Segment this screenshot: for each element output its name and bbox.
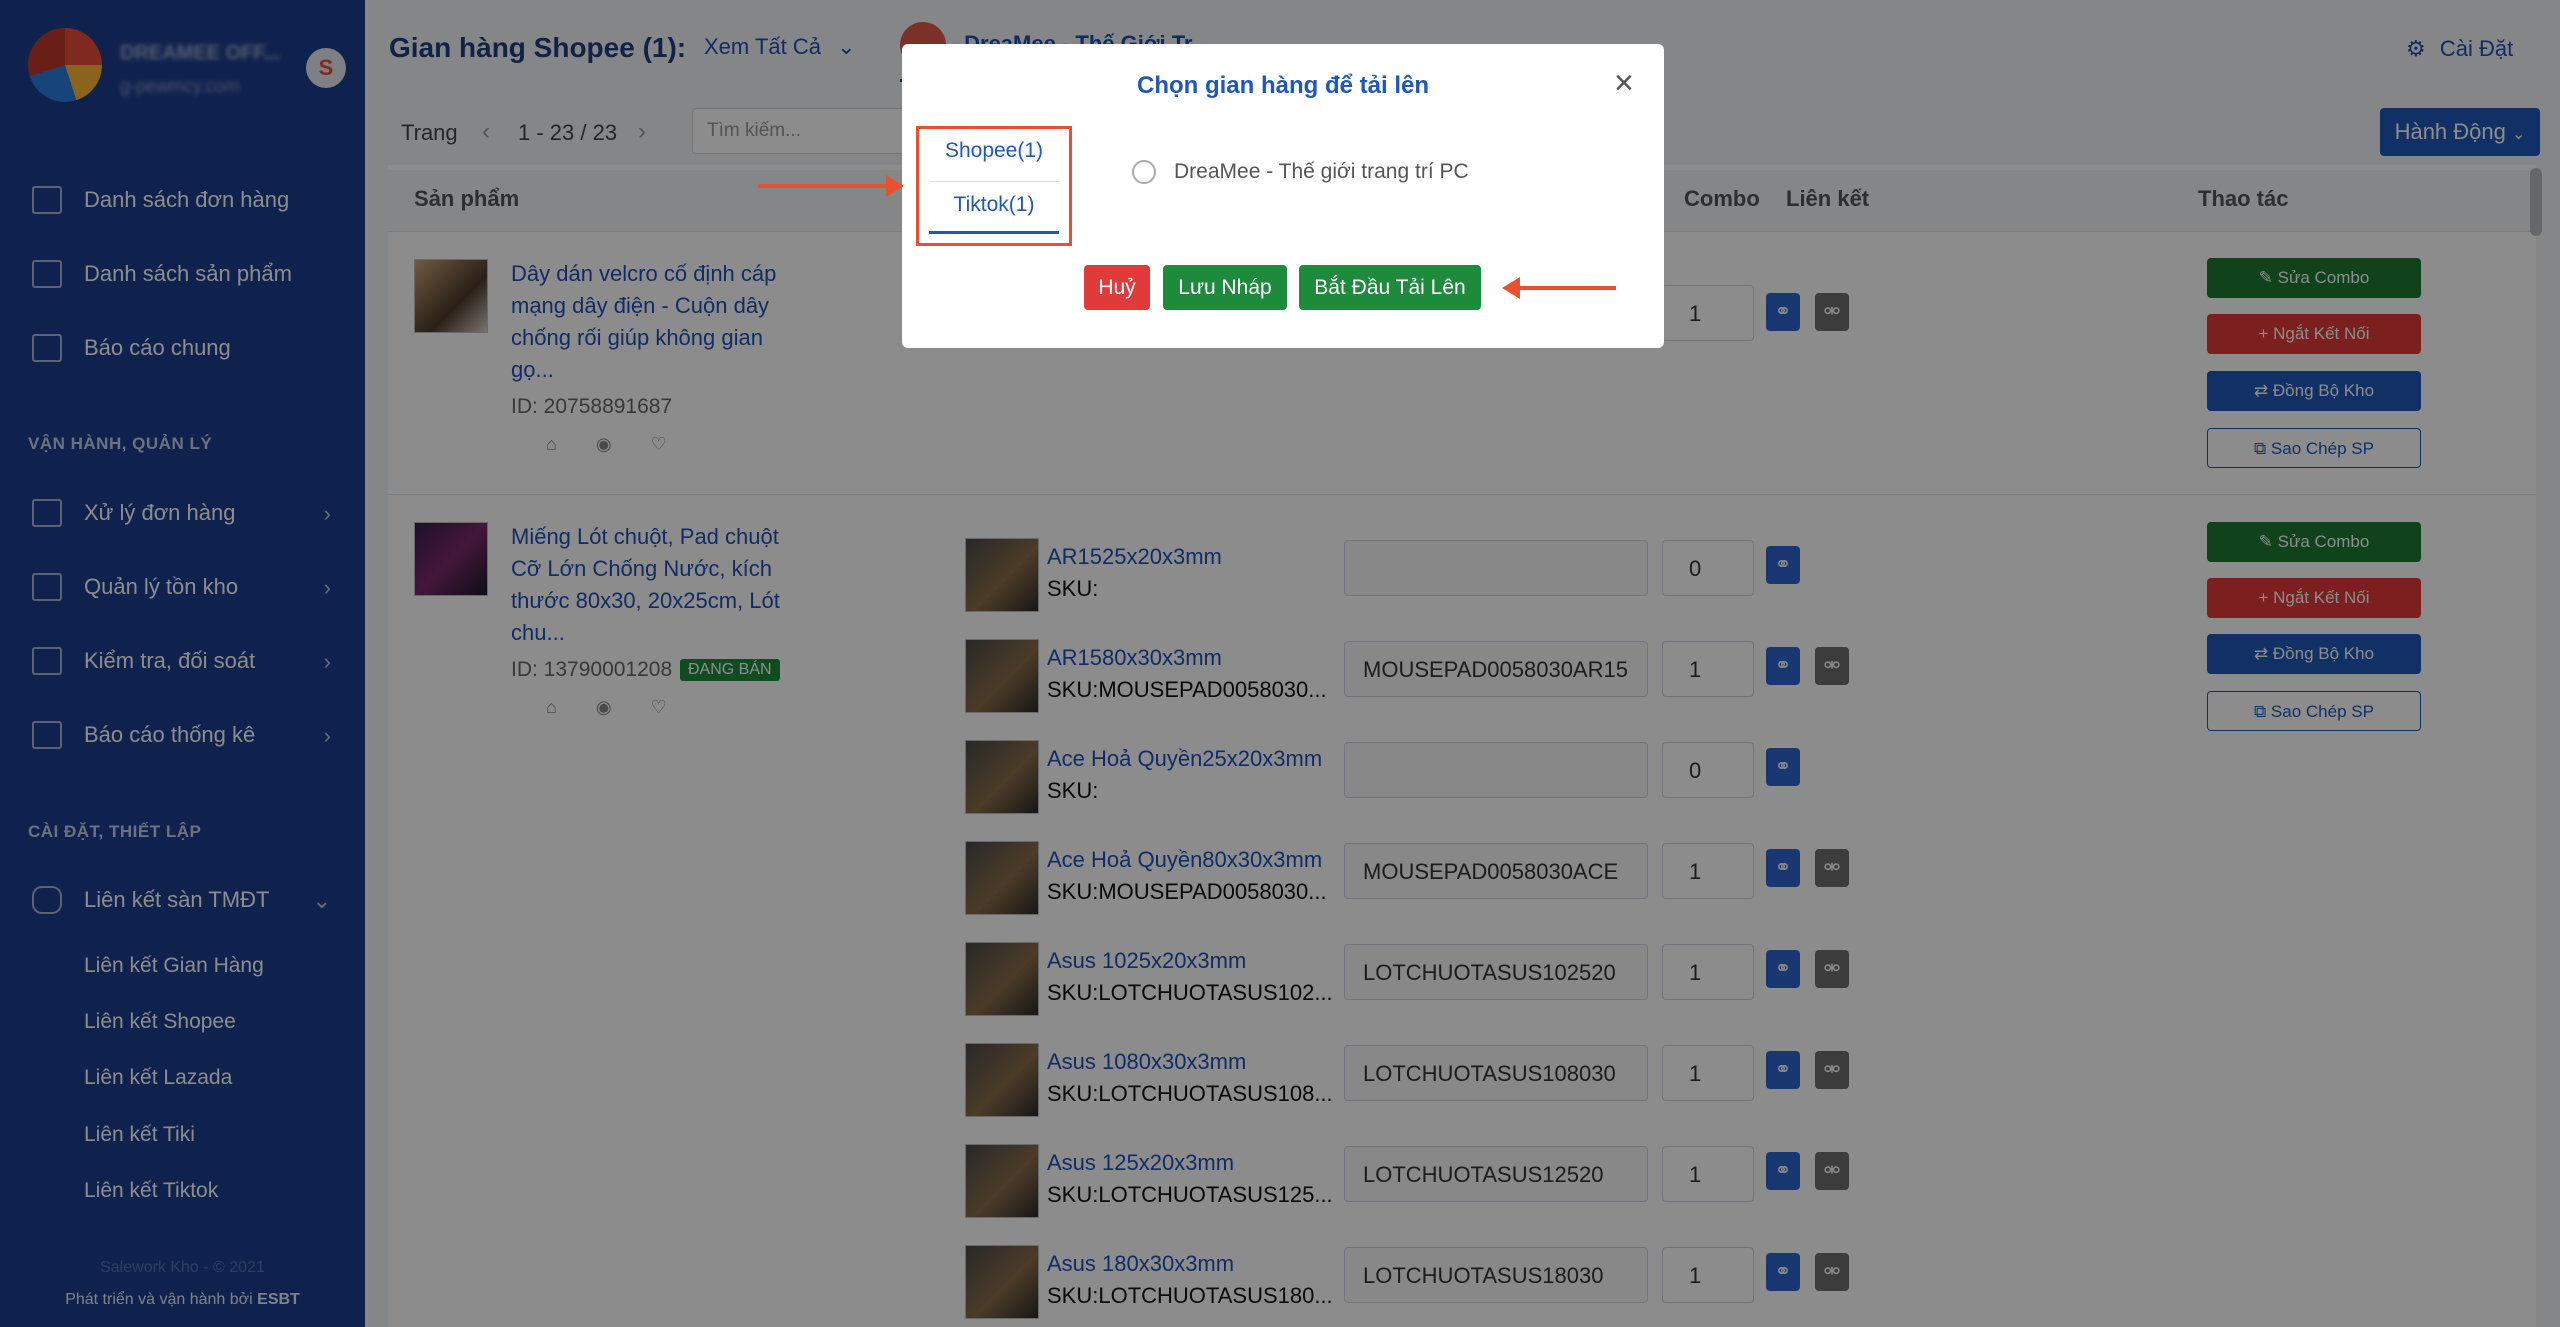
annotation-arrow-left xyxy=(1502,277,1616,299)
close-icon[interactable]: × xyxy=(1614,66,1634,100)
tab-tiktok[interactable]: Tiktok(1) xyxy=(919,193,1069,217)
tab-separator xyxy=(929,181,1059,182)
shop-option-label[interactable]: DreaMee - Thế giới trang trí PC xyxy=(1174,160,1469,184)
annotation-arrow-right xyxy=(758,175,904,197)
shop-radio[interactable] xyxy=(1132,160,1156,184)
tab-active-indicator xyxy=(929,231,1059,234)
tab-list: Shopee(1) Tiktok(1) xyxy=(916,126,1072,246)
start-upload-button[interactable]: Bắt Đầu Tải Lên xyxy=(1299,265,1481,310)
tab-shopee[interactable]: Shopee(1) xyxy=(919,139,1069,163)
save-draft-button[interactable]: Lưu Nháp xyxy=(1163,265,1287,310)
cancel-button[interactable]: Huỷ xyxy=(1084,265,1150,310)
modal-title: Chọn gian hàng để tải lên xyxy=(1136,72,1429,99)
upload-shop-modal: Chọn gian hàng để tải lên × Shopee(1) Ti… xyxy=(902,44,1664,348)
